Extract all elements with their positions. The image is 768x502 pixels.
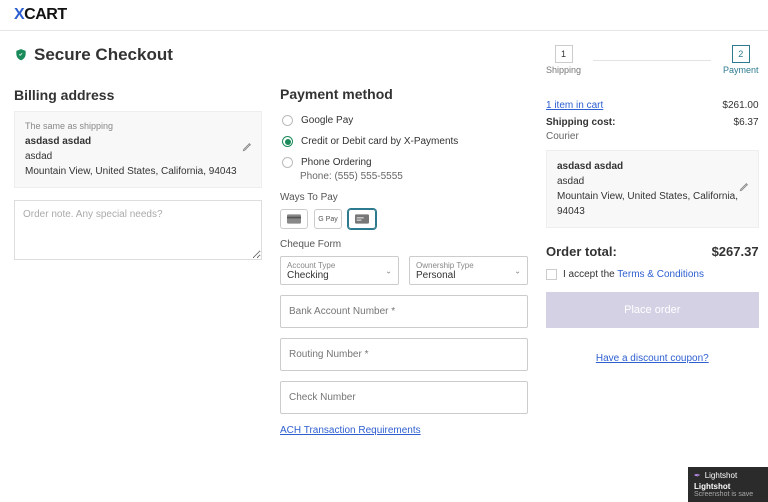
chevron-down-icon: ⌄ (385, 266, 392, 275)
edit-shipping-button[interactable] (739, 181, 750, 197)
shipping-cost-row: Shipping cost: $6.37 (546, 114, 759, 131)
gpay-tile-label: G Pay (318, 216, 337, 223)
shipping-label: Shipping cost: (546, 117, 615, 128)
logo[interactable]: XCART (14, 6, 67, 23)
page-title: Secure Checkout (14, 45, 262, 65)
terms-link[interactable]: Terms & Conditions (617, 269, 704, 280)
order-total-label: Order total: (546, 244, 617, 259)
cart-summary-row: 1 item in cart $261.00 (546, 97, 759, 114)
step-label: Payment (723, 65, 759, 75)
terms-text: I accept the Terms & Conditions (563, 269, 704, 280)
billing-name: asdasd asdad (25, 134, 251, 149)
cheque-selects: Account Type Checking ⌄ Ownership Type P… (280, 256, 528, 285)
radio-icon (282, 157, 293, 168)
order-total-value: $267.37 (712, 244, 759, 259)
pay-tile-gpay[interactable]: G Pay (314, 209, 342, 229)
ownership-type-select[interactable]: Ownership Type Personal ⌄ (409, 256, 528, 285)
select-label: Account Type (287, 261, 392, 270)
radio-icon (282, 136, 293, 147)
step-payment[interactable]: 2 Payment (723, 45, 759, 75)
payment-heading: Payment method (280, 86, 528, 102)
shipping-address-line: Mountain View, United States, California… (557, 189, 748, 219)
shipping-value: $6.37 (734, 117, 759, 128)
terms-row: I accept the Terms & Conditions (546, 269, 759, 280)
payment-option-gpay[interactable]: Google Pay (280, 110, 528, 131)
terms-prefix: I accept the (563, 269, 617, 280)
edit-billing-button[interactable] (242, 141, 253, 157)
account-type-select[interactable]: Account Type Checking ⌄ (280, 256, 399, 285)
chevron-down-icon: ⌄ (514, 266, 521, 275)
ach-requirements-link[interactable]: ACH Transaction Requirements (280, 425, 421, 436)
payment-option-xpayments[interactable]: Credit or Debit card by X-Payments (280, 131, 528, 152)
billing-column: Secure Checkout Billing address The same… (14, 45, 262, 436)
billing-address-card: The same as shipping asdasd asdad asdad … (14, 111, 262, 188)
order-note-input[interactable] (14, 200, 262, 260)
cart-items-link[interactable]: 1 item in cart (546, 100, 603, 111)
logo-x: X (14, 6, 24, 23)
payment-option-label: Credit or Debit card by X-Payments (301, 136, 458, 147)
payment-option-phone[interactable]: Phone Ordering (280, 152, 528, 173)
billing-company: asdad (25, 149, 251, 164)
feather-icon: ✒ (694, 471, 701, 480)
shipping-company: asdad (557, 174, 748, 189)
select-value: Checking (287, 270, 392, 281)
lightshot-title-2: Lightshot (694, 482, 762, 491)
radio-icon (282, 115, 293, 126)
pay-tile-card[interactable] (280, 209, 308, 229)
billing-address-line: Mountain View, United States, California… (25, 164, 251, 179)
cheque-form-heading: Cheque Form (280, 239, 528, 250)
pencil-icon (242, 141, 253, 152)
pay-tiles: G Pay (280, 209, 528, 229)
check-number-input[interactable] (280, 381, 528, 414)
card-icon (287, 214, 301, 224)
step-divider (593, 60, 711, 61)
place-order-button[interactable]: Place order (546, 292, 759, 328)
order-total-row: Order total: $267.37 (546, 244, 759, 259)
coupon-link[interactable]: Have a discount coupon? (596, 353, 709, 364)
pay-tile-cheque[interactable] (348, 209, 376, 229)
payment-option-label: Phone Ordering (301, 157, 372, 168)
page-title-text: Secure Checkout (34, 45, 173, 65)
cheque-icon (355, 214, 369, 224)
step-label: Shipping (546, 65, 581, 75)
select-label: Ownership Type (416, 261, 521, 270)
step-shipping[interactable]: 1 Shipping (546, 45, 581, 75)
phone-number-text: Phone: (555) 555-5555 (300, 171, 528, 182)
coupon-section: Have a discount coupon? (546, 352, 759, 364)
lightshot-title: Lightshot (705, 471, 737, 480)
summary-column: 1 Shipping 2 Payment 1 item in cart $261… (546, 45, 759, 436)
step-number: 1 (555, 45, 573, 63)
lightshot-notification[interactable]: ✒ Lightshot Lightshot Screenshot is save (688, 467, 768, 502)
checkout-container: Secure Checkout Billing address The same… (0, 31, 768, 450)
step-number: 2 (732, 45, 750, 63)
lightshot-subtitle: Screenshot is save (694, 491, 762, 498)
shipping-address-card: asdasd asdad asdad Mountain View, United… (546, 150, 759, 228)
logo-rest: CART (24, 6, 66, 23)
terms-checkbox[interactable] (546, 269, 557, 280)
cart-subtotal: $261.00 (722, 100, 758, 111)
billing-heading: Billing address (14, 87, 262, 103)
header: XCART (0, 0, 768, 31)
courier-label: Courier (546, 131, 759, 142)
checkout-steps: 1 Shipping 2 Payment (546, 45, 759, 75)
pencil-icon (739, 181, 750, 192)
routing-number-input[interactable] (280, 338, 528, 371)
payment-option-label: Google Pay (301, 115, 353, 126)
payment-column: Payment method Google Pay Credit or Debi… (280, 45, 528, 436)
bank-account-input[interactable] (280, 295, 528, 328)
shipping-name: asdasd asdad (557, 159, 748, 174)
ways-to-pay-heading: Ways To Pay (280, 192, 528, 203)
shield-icon (14, 48, 28, 62)
select-value: Personal (416, 270, 521, 281)
same-as-shipping-label: The same as shipping (25, 120, 251, 134)
